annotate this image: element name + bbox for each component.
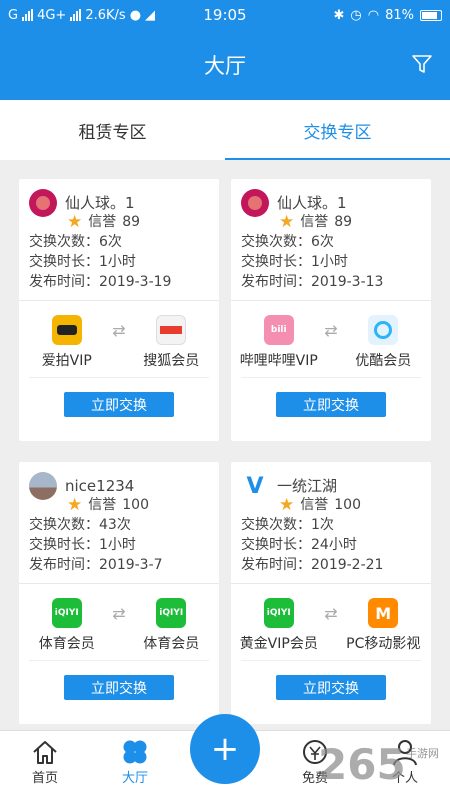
exchange-count: 交换次数：6次 xyxy=(29,234,122,250)
exchange-now-button[interactable]: 立即交换 xyxy=(276,675,386,700)
app-to-name: 优酷会员 xyxy=(355,353,412,369)
wechat-icon: ● xyxy=(129,7,142,23)
exchange-duration: 交换时长：24小时 xyxy=(241,537,357,553)
app-to-name: 体育会员 xyxy=(143,636,200,652)
credit-label: 信誉 xyxy=(300,497,329,513)
alarm-icon: ◷ xyxy=(350,7,362,23)
publish-date: 发布时间：2019-3-19 xyxy=(29,274,172,290)
exchange-card[interactable]: 仙人球。1 ★ 信誉 89 交换次数：6次 交换时长：1小时 发布时间：2019… xyxy=(231,179,431,441)
app-from-name: 爱拍VIP xyxy=(41,353,92,369)
tab-bar: 租赁专区 交换专区 xyxy=(0,100,450,160)
watermark-text: 手游网 xyxy=(406,747,439,760)
exchange-list: 仙人球。1 ★ 信誉 89 交换次数：6次 交换时长：1小时 发布时间：2019… xyxy=(0,160,450,730)
tab-rental[interactable]: 租赁专区 xyxy=(0,100,225,160)
tab-exchange-label: 交换专区 xyxy=(303,122,372,143)
iqiyi-icon: iQIYI xyxy=(51,598,82,628)
battery-icon xyxy=(420,9,442,21)
exchange-duration: 交换时长：1小时 xyxy=(29,537,136,553)
swap-icon: ⇄ xyxy=(324,321,338,340)
publish-date: 发布时间：2019-3-7 xyxy=(29,557,163,573)
title-bar: 大厅 xyxy=(0,30,450,100)
exchange-duration: 交换时长：1小时 xyxy=(241,254,348,270)
star-icon: ★ xyxy=(67,212,83,232)
username: 一统江湖 xyxy=(277,476,338,495)
username: 仙人球。1 xyxy=(65,193,135,212)
mango-tv-icon: M xyxy=(368,598,399,628)
exchange-count: 交换次数：1次 xyxy=(241,517,334,533)
watermark-logo: 265 手游网 xyxy=(318,738,448,794)
credit-label: 信誉 xyxy=(88,497,117,513)
exchange-card[interactable]: nice1234 ★ 信誉 100 交换次数：43次 交换时长：1小时 发布时间… xyxy=(19,462,219,724)
nav-hall-label: 大厅 xyxy=(121,771,148,786)
swap-icon: ⇄ xyxy=(324,604,338,623)
add-button[interactable]: + xyxy=(190,714,260,784)
credit-value: 100 xyxy=(122,497,149,513)
clover-icon xyxy=(123,740,147,764)
iqiyi-icon: iQIYI xyxy=(263,598,294,628)
exchange-now-button[interactable]: 立即交换 xyxy=(64,392,174,417)
avatar xyxy=(29,189,57,217)
tab-rental-label: 租赁专区 xyxy=(78,122,147,143)
swap-icon: ⇄ xyxy=(112,604,126,623)
exchange-count: 交换次数：43次 xyxy=(29,517,131,533)
publish-date: 发布时间：2019-3-13 xyxy=(241,274,384,290)
credit-value: 100 xyxy=(334,497,361,513)
app-to-name: 搜狐会员 xyxy=(143,353,200,369)
sohu-video-icon xyxy=(156,315,187,345)
network-label: 4G+ xyxy=(37,7,67,23)
signal-icon xyxy=(22,9,34,21)
star-icon: ★ xyxy=(67,495,83,515)
tab-exchange[interactable]: 交换专区 xyxy=(225,100,450,160)
wifi-icon: ◠ xyxy=(367,7,380,23)
username: 仙人球。1 xyxy=(277,193,347,212)
exchange-now-button[interactable]: 立即交换 xyxy=(276,392,386,417)
app-from-name: 黄金VIP会员 xyxy=(239,636,318,652)
exchange-now-button[interactable]: 立即交换 xyxy=(64,675,174,700)
bluetooth-icon: ✱ xyxy=(333,7,345,23)
telegram-icon: ◢ xyxy=(145,7,156,23)
credit-value: 89 xyxy=(334,214,353,230)
app-from-name: 体育会员 xyxy=(38,636,95,652)
star-icon: ★ xyxy=(279,495,295,515)
home-icon xyxy=(33,741,57,764)
divider xyxy=(241,377,421,378)
app-to-name: PC移动影视 xyxy=(346,636,421,652)
youku-icon xyxy=(368,315,399,345)
aipai-icon xyxy=(51,315,82,345)
nav-home-label: 首页 xyxy=(31,771,58,786)
divider xyxy=(29,377,209,378)
carrier-label: G xyxy=(8,7,19,23)
iqiyi-icon: iQIYI xyxy=(156,598,187,628)
star-icon: ★ xyxy=(279,212,295,232)
credit-label: 信誉 xyxy=(88,214,117,230)
nav-home[interactable]: 首页 xyxy=(15,737,75,786)
bilibili-icon: bili xyxy=(263,315,294,345)
username: nice1234 xyxy=(65,476,135,495)
speed-label: 2.6K/s xyxy=(85,7,126,23)
filter-icon[interactable] xyxy=(410,52,434,76)
credit-label: 信誉 xyxy=(300,214,329,230)
page-title: 大厅 xyxy=(204,54,246,78)
app-from-name: 哔哩哔哩VIP xyxy=(239,353,318,369)
avatar xyxy=(29,472,57,500)
swap-icon: ⇄ xyxy=(112,321,126,340)
avatar: V xyxy=(241,472,269,500)
divider xyxy=(241,660,421,661)
battery-percent: 81% xyxy=(385,7,414,23)
nav-hall[interactable]: 大厅 xyxy=(105,737,165,786)
watermark-number: 265 xyxy=(318,740,406,789)
exchange-duration: 交换时长：1小时 xyxy=(29,254,136,270)
avatar xyxy=(241,189,269,217)
divider xyxy=(29,660,209,661)
clock: 19:05 xyxy=(203,6,247,24)
exchange-card[interactable]: V 一统江湖 ★ 信誉 100 交换次数：1次 交换时长：24小时 发布时间：2… xyxy=(231,462,431,724)
publish-date: 发布时间：2019-2-21 xyxy=(241,557,384,573)
credit-value: 89 xyxy=(122,214,141,230)
exchange-card[interactable]: 仙人球。1 ★ 信誉 89 交换次数：6次 交换时长：1小时 发布时间：2019… xyxy=(19,179,219,441)
status-bar: G 4G+ 2.6K/s ● ◢ 19:05 ✱ ◷ ◠ 81% xyxy=(0,0,450,30)
signal-icon-2 xyxy=(70,9,82,21)
exchange-count: 交换次数：6次 xyxy=(241,234,334,250)
